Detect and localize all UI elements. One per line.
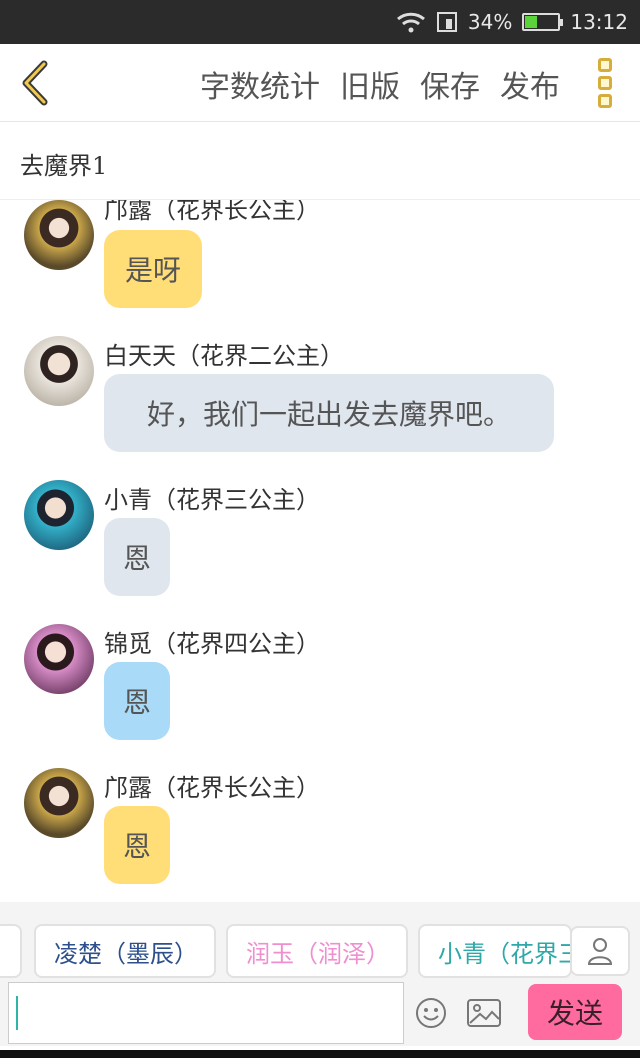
clock: 13:12 [570, 10, 628, 34]
chevron-left-icon[interactable] [16, 58, 56, 108]
avatar[interactable] [24, 768, 94, 838]
input-bar: 发送 [0, 980, 640, 1046]
speaker-name: 邝露（花界长公主） [104, 774, 320, 802]
old-version-button[interactable]: 旧版 [340, 62, 400, 106]
save-button[interactable]: 保存 [420, 62, 480, 106]
message-bubble[interactable]: 恩 [104, 662, 170, 740]
top-toolbar: 字数统计 旧版 保存 发布 [0, 44, 640, 122]
person-icon[interactable] [570, 926, 630, 976]
speaker-name: 锦觅（花界四公主） [104, 630, 320, 658]
avatar[interactable] [24, 624, 94, 694]
text-caret [16, 996, 18, 1030]
sim-icon [436, 12, 457, 32]
character-chip-partial[interactable] [0, 924, 22, 978]
wifi-icon [396, 12, 425, 33]
message-bubble[interactable]: 好，我们一起出发去魔界吧。 [104, 374, 554, 452]
character-chip[interactable]: 凌楚（墨辰） [34, 924, 216, 978]
speaker-name: 白天天（花界二公主） [104, 342, 344, 370]
smiley-icon[interactable] [414, 996, 448, 1030]
chat-list[interactable]: 邝露（花界长公主） 是呀 白天天（花界二公主） 好，我们一起出发去魔界吧。 小青… [0, 200, 640, 902]
character-chip[interactable]: 润玉（润泽） [226, 924, 408, 978]
message-bubble[interactable]: 恩 [104, 806, 170, 884]
bottom-edge [0, 1050, 640, 1058]
message-input[interactable] [8, 982, 404, 1044]
battery-icon [522, 13, 564, 31]
message-bubble[interactable]: 恩 [104, 518, 170, 596]
image-icon[interactable] [466, 998, 502, 1028]
battery-percent: 34% [467, 10, 513, 34]
message-bubble[interactable]: 是呀 [104, 230, 202, 308]
publish-button[interactable]: 发布 [500, 62, 560, 106]
more-vertical-icon[interactable] [598, 58, 614, 108]
send-button[interactable]: 发送 [528, 984, 622, 1040]
character-chip[interactable]: 小青（花界三公主） [418, 924, 572, 978]
avatar[interactable] [24, 200, 94, 270]
character-selector: 凌楚（墨辰） 润玉（润泽） 小青（花界三公主） [0, 902, 640, 980]
avatar[interactable] [24, 480, 94, 550]
chapter-title: 去魔界1 [20, 152, 108, 180]
toolbar-actions: 字数统计 旧版 保存 发布 [200, 62, 560, 106]
speaker-name: 邝露（花界长公主） [104, 200, 320, 224]
word-count-button[interactable]: 字数统计 [200, 62, 320, 106]
status-right: 34% 13:12 [396, 10, 628, 34]
status-bar: 34% 13:12 [0, 0, 640, 44]
avatar[interactable] [24, 336, 94, 406]
speaker-name: 小青（花界三公主） [104, 486, 320, 514]
chapter-title-bar[interactable]: 去魔界1 [0, 122, 640, 200]
